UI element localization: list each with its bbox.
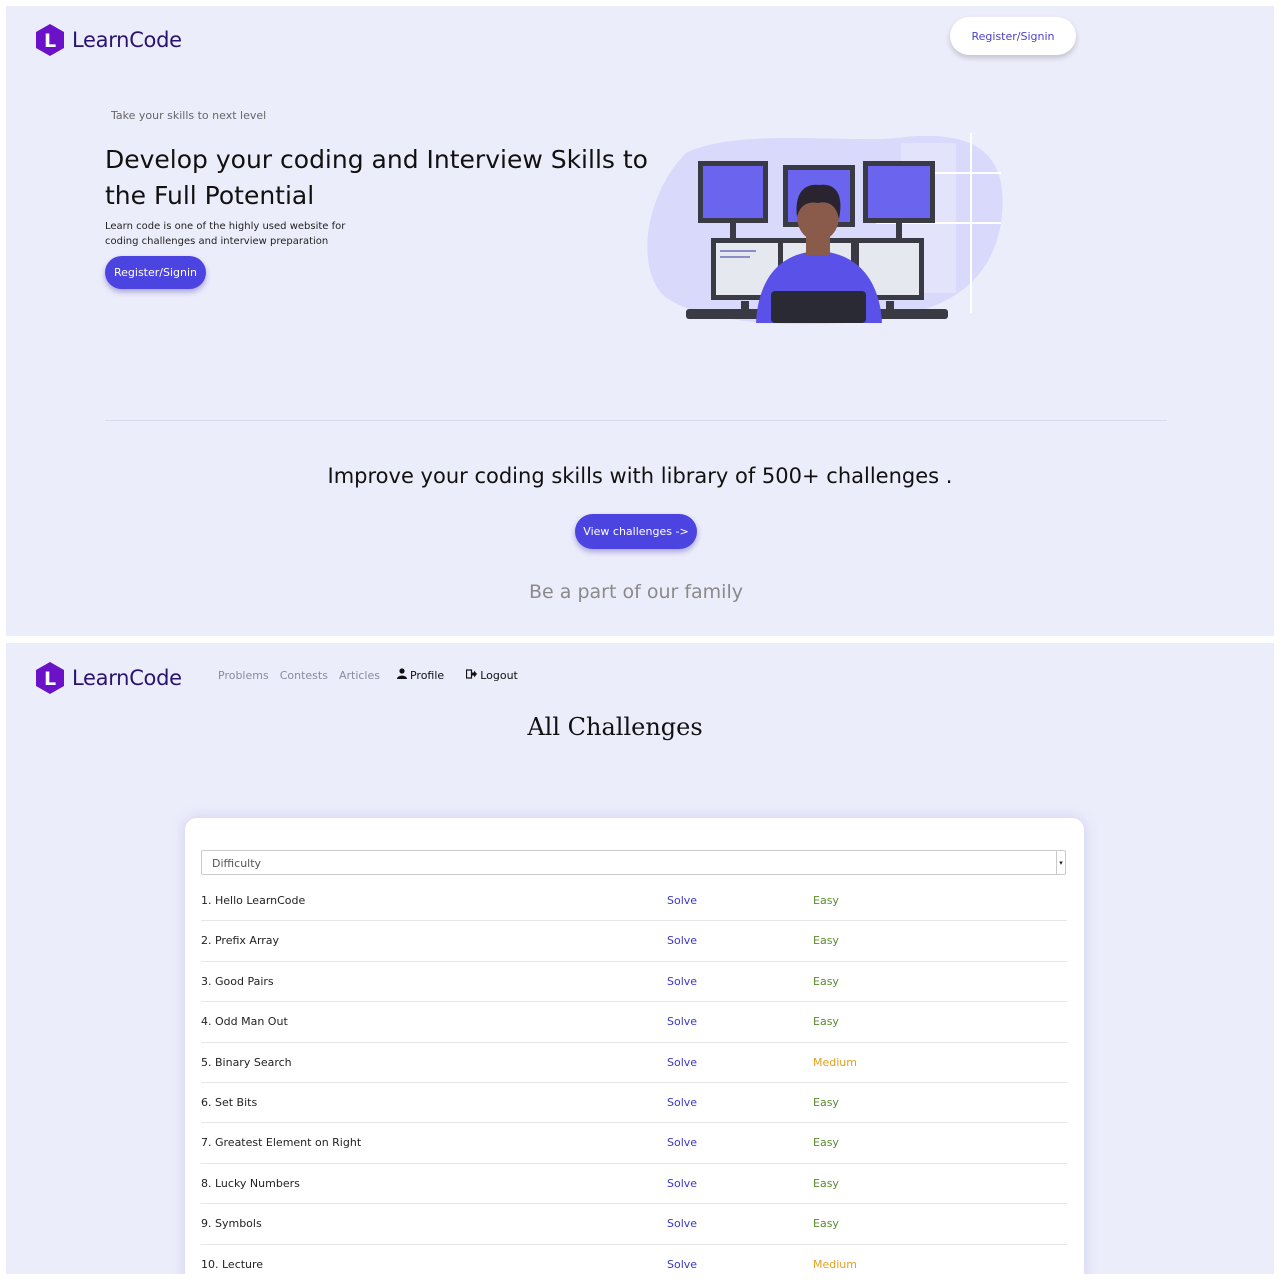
chevron-down-icon[interactable]: ▾: [1056, 851, 1065, 874]
main-nav: Problems Contests Articles Profile Logou…: [218, 668, 540, 682]
challenge-name: 8. Lucky Numbers: [201, 1176, 300, 1190]
challenges-card: Difficulty ▾ 1. Hello LearnCode Solve Easy…: [185, 818, 1084, 1274]
difficulty-badge: Easy: [813, 1095, 839, 1109]
table-row: 2. Prefix Array Solve Easy: [201, 921, 1067, 962]
brand-logo[interactable]: L LearnCode: [33, 661, 182, 695]
nav-profile[interactable]: Profile: [396, 668, 445, 682]
difficulty-badge: Easy: [813, 934, 839, 948]
page-title: All Challenges: [527, 713, 703, 741]
developer-illustration: [646, 133, 1006, 329]
logo-letter: L: [44, 30, 56, 52]
nav-articles[interactable]: Articles: [339, 669, 380, 682]
logout-icon: [466, 668, 478, 682]
challenges-page: L LearnCode Problems Contests Articles P…: [6, 643, 1274, 1274]
challenge-name: 2. Prefix Array: [201, 934, 280, 948]
difficulty-select-value: Difficulty: [212, 857, 262, 870]
challenge-name: 7. Greatest Element on Right: [201, 1136, 362, 1150]
challenge-name: 1. Hello LearnCode: [201, 894, 306, 907]
solve-link[interactable]: Solve: [667, 1096, 697, 1109]
solve-link[interactable]: Solve: [667, 934, 697, 947]
table-row: 3. Good Pairs Solve Easy: [201, 962, 1067, 1003]
user-icon: [396, 668, 407, 682]
brand-name: LearnCode: [72, 28, 182, 52]
logo-icon: L: [33, 661, 67, 695]
table-row: 8. Lucky Numbers Solve Easy: [201, 1164, 1067, 1205]
difficulty-badge: Easy: [813, 1176, 839, 1190]
difficulty-badge: Easy: [813, 1015, 839, 1029]
challenge-name: 3. Good Pairs: [201, 974, 274, 988]
hero-register-button[interactable]: Register/Signin: [105, 256, 206, 289]
challenge-name: 9. Symbols: [201, 1217, 262, 1231]
difficulty-badge: Easy: [813, 1136, 839, 1150]
table-row: 6. Set Bits Solve Easy: [201, 1083, 1067, 1124]
solve-link[interactable]: Solve: [667, 1217, 697, 1230]
landing-page: L LearnCode Register/Signin Take your sk…: [6, 6, 1274, 636]
solve-link[interactable]: Solve: [667, 1177, 697, 1190]
logo-icon: L: [33, 23, 67, 57]
table-row: 4. Odd Man Out Solve Easy: [201, 1002, 1067, 1043]
difficulty-badge: Medium: [813, 1055, 857, 1069]
nav-logout-label: Logout: [480, 668, 518, 682]
improve-heading: Improve your coding skills with library …: [327, 464, 953, 488]
hero-description: Learn code is one of the highly used web…: [105, 221, 346, 247]
challenge-name: 10. Lecture: [201, 1257, 264, 1271]
solve-link[interactable]: Solve: [667, 894, 697, 907]
table-row: 10. Lecture Solve Medium: [201, 1245, 1067, 1274]
difficulty-badge: Easy: [813, 974, 839, 988]
hero-title: Develop your coding and Interview Skills…: [105, 145, 648, 210]
difficulty-select[interactable]: Difficulty ▾: [201, 850, 1066, 875]
solve-link[interactable]: Solve: [667, 1015, 697, 1028]
challenge-name: 5. Binary Search: [201, 1055, 292, 1069]
hero-tagline: Take your skills to next level: [111, 109, 267, 122]
challenge-name: 4. Odd Man Out: [201, 1015, 288, 1029]
nav-contests[interactable]: Contests: [280, 669, 328, 682]
challenge-name: 6. Set Bits: [201, 1095, 258, 1109]
brand-logo[interactable]: L LearnCode: [33, 23, 182, 57]
challenges-list: 1. Hello LearnCode Solve Easy 2. Prefix Arr…: [201, 881, 1067, 1274]
nav-profile-label: Profile: [409, 668, 445, 682]
solve-link[interactable]: Solve: [667, 975, 697, 988]
difficulty-badge: Easy: [813, 894, 839, 907]
solve-link[interactable]: Solve: [667, 1056, 697, 1069]
table-row: 7. Greatest Element on Right Solve Easy: [201, 1123, 1067, 1164]
table-row: 9. Symbols Solve Easy: [201, 1204, 1067, 1245]
section-divider: [105, 420, 1167, 421]
view-challenges-button[interactable]: View challenges ->: [575, 514, 697, 549]
brand-name: LearnCode: [72, 666, 182, 690]
family-text: Be a part of our family: [529, 581, 743, 603]
solve-link[interactable]: Solve: [667, 1258, 697, 1271]
difficulty-badge: Medium: [813, 1257, 857, 1271]
header-register-button[interactable]: Register/Signin: [950, 17, 1076, 55]
table-row: 5. Binary Search Solve Medium: [201, 1043, 1067, 1083]
nav-problems[interactable]: Problems: [218, 669, 269, 682]
nav-logout[interactable]: Logout: [466, 669, 518, 682]
table-row: 1. Hello LearnCode Solve Easy: [201, 881, 1067, 922]
logo-letter: L: [44, 668, 56, 690]
solve-link[interactable]: Solve: [667, 1136, 697, 1149]
difficulty-badge: Easy: [813, 1217, 839, 1231]
